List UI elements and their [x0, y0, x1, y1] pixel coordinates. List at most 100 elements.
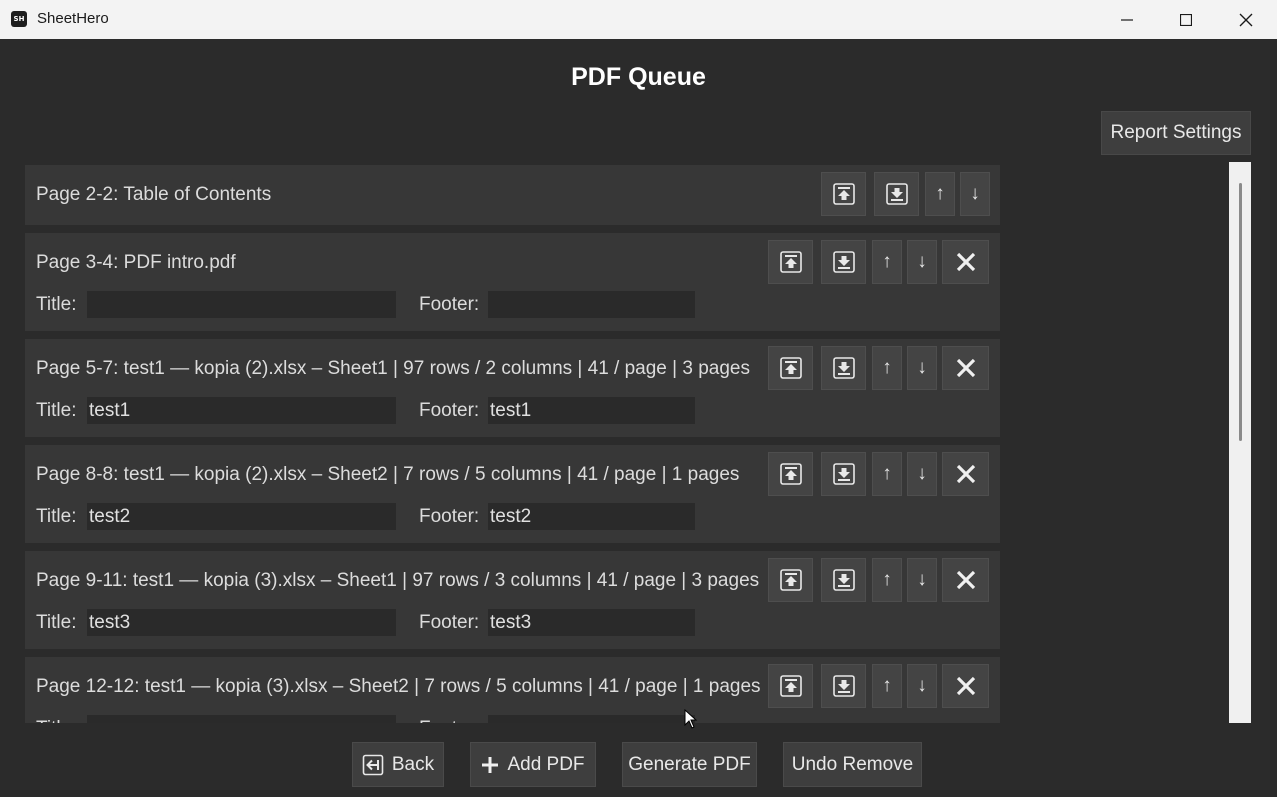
title-label: Title: [36, 718, 76, 723]
move-to-bottom-button[interactable] [821, 664, 866, 708]
add-pdf-label: Add PDF [507, 753, 585, 775]
title-label: Title: [36, 612, 77, 633]
move-down-button[interactable]: ↓ [960, 172, 990, 216]
title-label: Title: [36, 294, 77, 315]
footer-input[interactable]: test3 [488, 609, 695, 636]
move-down-button[interactable]: ↓ [907, 452, 937, 496]
move-to-top-icon [779, 569, 802, 591]
move-to-bottom-icon [885, 183, 908, 205]
move-to-bottom-button[interactable] [821, 558, 866, 602]
footer-input[interactable] [488, 291, 695, 318]
minimize-button[interactable] [1098, 0, 1156, 39]
queue-item-label: Page 5-7: test1 — kopia (2).xlsx – Sheet… [36, 358, 750, 379]
move-down-button[interactable]: ↓ [907, 664, 937, 708]
move-to-bottom-icon [832, 675, 855, 697]
close-icon [956, 676, 975, 696]
minimize-icon [1121, 18, 1133, 21]
move-to-bottom-button[interactable] [821, 452, 866, 496]
remove-button[interactable] [942, 558, 989, 602]
maximize-button[interactable] [1157, 0, 1215, 39]
move-to-top-button[interactable] [768, 558, 813, 602]
move-to-top-button[interactable] [768, 452, 813, 496]
title-label: Title: [36, 400, 77, 421]
move-to-top-button[interactable] [768, 346, 813, 390]
move-to-top-icon [779, 357, 802, 379]
footer-input[interactable]: test1 [488, 397, 695, 424]
queue-item-toc: Page 2-2: Table of Contents ↑ ↓ [25, 165, 1000, 225]
move-to-top-icon [779, 463, 802, 485]
move-to-top-button[interactable] [768, 664, 813, 708]
queue-item-pdf: Page 3-4: PDF intro.pdf ↑ ↓ Title: Foote… [25, 233, 1000, 331]
footer-input[interactable] [488, 715, 695, 723]
title-input[interactable] [87, 291, 396, 318]
queue-item-sheet: Page 9-11: test1 — kopia (3).xlsx – Shee… [25, 551, 1000, 649]
move-down-button[interactable]: ↓ [907, 558, 937, 602]
queue-item-label: Page 2-2: Table of Contents [36, 184, 272, 205]
back-icon [362, 754, 384, 775]
move-to-top-button[interactable] [821, 172, 866, 216]
pdf-queue-list: Page 2-2: Table of Contents ↑ ↓ Page 3-4… [0, 162, 1277, 723]
move-up-button[interactable]: ↑ [872, 240, 902, 284]
scrollbar-thumb[interactable] [1239, 183, 1242, 441]
move-to-bottom-icon [832, 463, 855, 485]
close-icon [956, 464, 975, 484]
queue-item-sheet: Page 5-7: test1 — kopia (2).xlsx – Sheet… [25, 339, 1000, 437]
back-label: Back [391, 753, 435, 775]
remove-button[interactable] [942, 452, 989, 496]
queue-item-sheet: Page 12-12: test1 — kopia (3).xlsx – She… [25, 657, 1000, 723]
move-to-bottom-button[interactable] [821, 346, 866, 390]
scrollbar[interactable] [1229, 162, 1251, 723]
move-to-bottom-icon [832, 357, 855, 379]
move-to-top-icon [832, 183, 855, 205]
move-to-top-icon [779, 675, 802, 697]
move-down-button[interactable]: ↓ [907, 240, 937, 284]
title-input[interactable]: test2 [87, 503, 396, 530]
undo-remove-button[interactable]: Undo Remove [783, 742, 922, 787]
remove-button[interactable] [942, 664, 989, 708]
close-icon [1239, 13, 1253, 26]
move-up-button[interactable]: ↑ [872, 452, 902, 496]
add-pdf-button[interactable]: Add PDF [470, 742, 596, 787]
move-to-bottom-button[interactable] [821, 240, 866, 284]
main-content: PDF Queue Report Settings Page 2-2: Tabl… [0, 39, 1277, 797]
app-logo-icon: SH [11, 11, 27, 27]
queue-item-label: Page 9-11: test1 — kopia (3).xlsx – Shee… [36, 570, 760, 591]
move-to-top-button[interactable] [768, 240, 813, 284]
move-to-bottom-icon [832, 251, 855, 273]
window-title: SheetHero [37, 10, 109, 27]
move-down-button[interactable]: ↓ [907, 346, 937, 390]
report-settings-button[interactable]: Report Settings [1101, 111, 1251, 155]
queue-item-label: Page 12-12: test1 — kopia (3).xlsx – She… [36, 676, 761, 697]
close-window-button[interactable] [1217, 0, 1275, 39]
footer-label: Footer: [419, 506, 480, 527]
title-input[interactable]: test3 [87, 609, 396, 636]
queue-item-label: Page 8-8: test1 — kopia (2).xlsx – Sheet… [36, 464, 740, 485]
move-up-button[interactable]: ↑ [872, 558, 902, 602]
generate-pdf-button[interactable]: Generate PDF [622, 742, 757, 787]
footer-label: Footer: [419, 612, 480, 633]
close-icon [956, 252, 975, 272]
move-to-bottom-icon [832, 569, 855, 591]
title-bar: SH SheetHero [0, 0, 1277, 39]
plus-icon [482, 756, 499, 773]
title-label: Title: [36, 506, 77, 527]
move-up-button[interactable]: ↑ [925, 172, 955, 216]
footer-label: Footer: [419, 400, 480, 421]
title-input[interactable] [87, 715, 396, 723]
queue-item-sheet: Page 8-8: test1 — kopia (2).xlsx – Sheet… [25, 445, 1000, 543]
remove-button[interactable] [942, 346, 989, 390]
title-input[interactable]: test1 [87, 397, 396, 424]
page-title: PDF Queue [571, 63, 706, 91]
mouse-cursor-icon [684, 709, 698, 729]
move-to-bottom-button[interactable] [874, 172, 919, 216]
back-button[interactable]: Back [352, 742, 444, 787]
close-icon [956, 358, 975, 378]
remove-button[interactable] [942, 240, 989, 284]
move-to-top-icon [779, 251, 802, 273]
footer-input[interactable]: test2 [488, 503, 695, 530]
close-icon [956, 570, 975, 590]
footer-label: Footer: [419, 294, 480, 315]
move-up-button[interactable]: ↑ [872, 664, 902, 708]
maximize-icon [1180, 13, 1192, 26]
move-up-button[interactable]: ↑ [872, 346, 902, 390]
